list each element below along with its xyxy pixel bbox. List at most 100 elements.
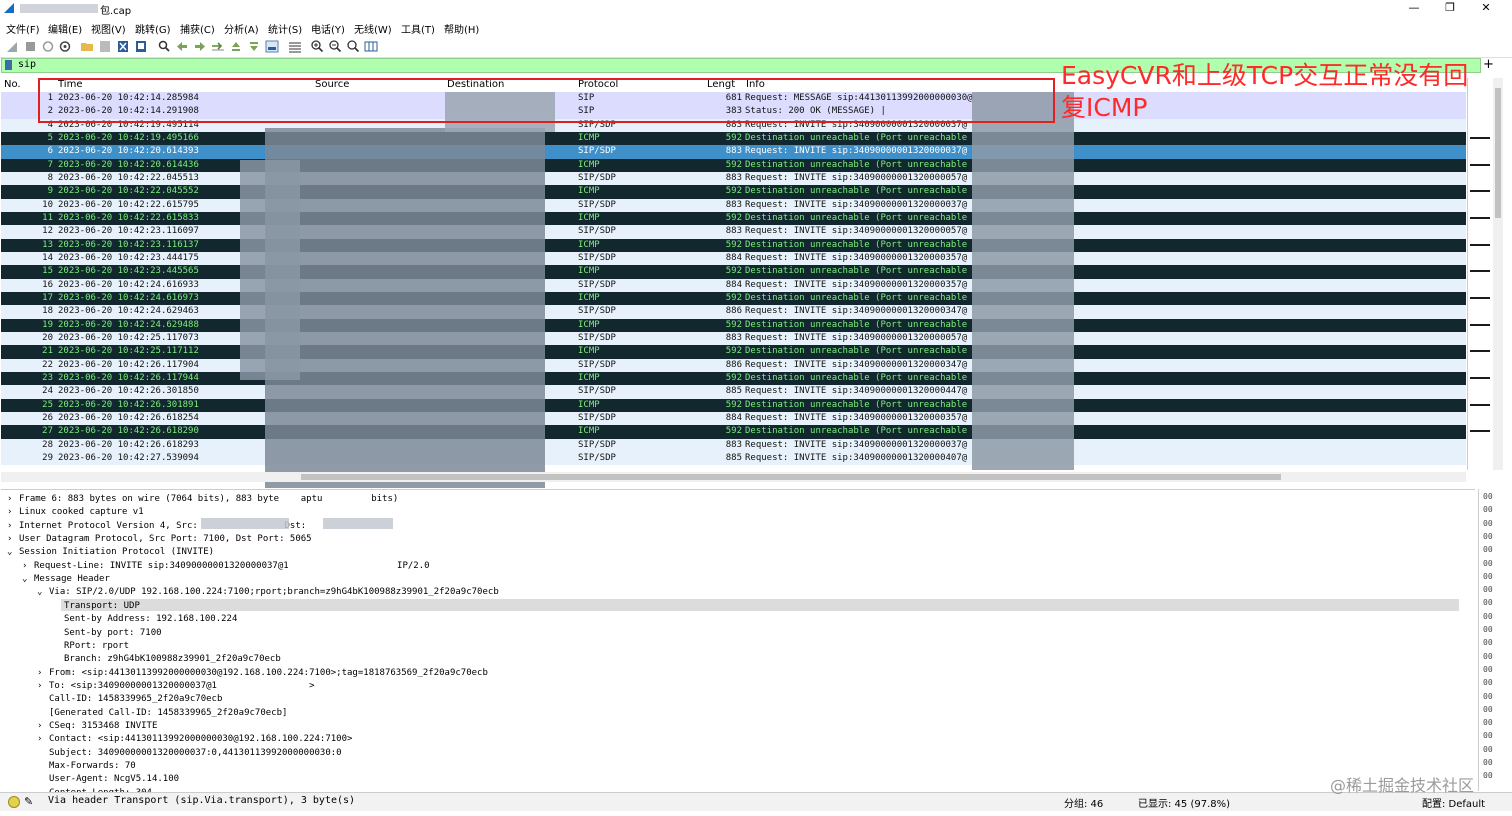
- expand-arrow-icon[interactable]: ›: [7, 533, 17, 546]
- scroll-thumb[interactable]: [1495, 88, 1501, 218]
- expand-arrow-icon[interactable]: ›: [37, 720, 47, 733]
- minimize-button[interactable]: —: [1396, 0, 1432, 17]
- zoom-in-icon[interactable]: [310, 40, 324, 53]
- start-capture-icon[interactable]: [5, 40, 19, 53]
- menu-telephony[interactable]: 电话(Y): [311, 21, 345, 36]
- detail-row[interactable]: ⌄ Session Initiation Protocol (INVITE): [7, 546, 214, 559]
- normal-size-icon[interactable]: [346, 40, 360, 53]
- packet-row[interactable]: 29 2023-06-20 10:42:27.539094 SIP/SDP 885 Re…: [1, 451, 1466, 466]
- reload-file-icon[interactable]: [134, 40, 148, 53]
- menu-file[interactable]: 文件(F): [6, 21, 40, 36]
- colorize-icon[interactable]: [288, 40, 302, 53]
- menu-tools[interactable]: 工具(T): [401, 21, 435, 36]
- zoom-out-icon[interactable]: [328, 40, 342, 53]
- packet-minimap[interactable]: [1467, 78, 1492, 470]
- packet-row[interactable]: 11 2023-06-20 10:42:22.615833 ICMP 592 Desti…: [1, 211, 1466, 226]
- resize-columns-icon[interactable]: [364, 40, 378, 53]
- menu-wireless[interactable]: 无线(W): [354, 21, 392, 36]
- packet-row[interactable]: 25 2023-06-20 10:42:26.301891 ICMP 592 Desti…: [1, 398, 1466, 412]
- detail-row[interactable]: › Contact: <sip:44130113992000000030@192.…: [37, 733, 352, 746]
- menu-edit[interactable]: 编辑(E): [48, 21, 82, 36]
- packet-row[interactable]: 13 2023-06-20 10:42:23.116137 ICMP 592 Desti…: [1, 238, 1466, 252]
- packet-row[interactable]: 15 2023-06-20 10:42:23.445565 ICMP 592 Desti…: [1, 265, 1466, 279]
- menu-statistics[interactable]: 统计(S): [268, 21, 302, 36]
- detail-row[interactable]: Call-ID: 1458339965_2f20a9c70ecb: [49, 693, 222, 706]
- expand-arrow-icon[interactable]: ›: [7, 520, 17, 533]
- detail-row[interactable]: Sent-by Address: 192.168.100.224: [64, 613, 237, 626]
- maximize-button[interactable]: ❐: [1432, 0, 1468, 17]
- packet-row[interactable]: 17 2023-06-20 10:42:24.616973 ICMP 592 Desti…: [1, 291, 1466, 306]
- detail-row[interactable]: › Frame 6: 883 bytes on wire (7064 bits),…: [7, 493, 398, 506]
- packet-row[interactable]: 14 2023-06-20 10:42:23.444175 SIP/SDP 884 Re…: [1, 251, 1466, 266]
- packet-row[interactable]: 7 2023-06-20 10:42:20.614436 ICMP 592 Destin…: [1, 158, 1466, 172]
- go-to-packet-icon[interactable]: [211, 40, 225, 53]
- packet-row[interactable]: 16 2023-06-20 10:42:24.616933 SIP/SDP 884 Re…: [1, 278, 1466, 292]
- detail-row[interactable]: › To: <sip:34090000001320000037@1 >: [37, 680, 315, 693]
- packet-row[interactable]: 21 2023-06-20 10:42:25.117112 ICMP 592 Desti…: [1, 345, 1466, 359]
- expand-arrow-icon[interactable]: ⌄: [7, 546, 17, 559]
- detail-row[interactable]: Max-Forwards: 70: [49, 760, 136, 773]
- menu-help[interactable]: 帮助(H): [444, 21, 479, 36]
- detail-row[interactable]: › Linux cooked capture v1: [7, 506, 144, 519]
- edit-comment-icon[interactable]: ✎: [24, 795, 33, 808]
- packet-row[interactable]: 10 2023-06-20 10:42:22.615795 SIP/SDP 883 Re…: [1, 198, 1466, 212]
- add-filter-button[interactable]: +: [1483, 57, 1494, 72]
- menu-capture[interactable]: 捕获(C): [180, 21, 215, 36]
- packet-list-vscroll[interactable]: [1493, 78, 1503, 470]
- menu-view[interactable]: 视图(V): [91, 21, 126, 36]
- packet-row[interactable]: 6 2023-06-20 10:42:20.614393 SIP/SDP 883 Req…: [1, 145, 1466, 159]
- packet-row[interactable]: 27 2023-06-20 10:42:26.618290 ICMP 592 Desti…: [1, 425, 1466, 439]
- column-header-no[interactable]: No.: [4, 79, 21, 90]
- scroll-thumb[interactable]: [301, 474, 1281, 480]
- expand-arrow-icon[interactable]: ›: [37, 733, 47, 746]
- go-forward-icon[interactable]: [193, 40, 207, 53]
- go-first-icon[interactable]: [229, 40, 243, 53]
- packet-row[interactable]: 20 2023-06-20 10:42:25.117073 SIP/SDP 883 Re…: [1, 331, 1466, 346]
- detail-row[interactable]: › From: <sip:44130113992000000030@192.168…: [37, 667, 488, 680]
- detail-row[interactable]: RPort: rport: [64, 640, 129, 653]
- save-file-icon[interactable]: [98, 40, 112, 53]
- packet-row[interactable]: 5 2023-06-20 10:42:19.495166 ICMP 592 Destin…: [1, 131, 1466, 146]
- expand-arrow-icon[interactable]: ›: [7, 506, 17, 519]
- stop-capture-icon[interactable]: [23, 40, 37, 53]
- packet-row[interactable]: 18 2023-06-20 10:42:24.629463 SIP/SDP 886 Re…: [1, 305, 1466, 319]
- packet-row[interactable]: 9 2023-06-20 10:42:22.045552 ICMP 592 Destin…: [1, 185, 1466, 199]
- packet-row[interactable]: 8 2023-06-20 10:42:22.045513 SIP/SDP 883 Req…: [1, 171, 1466, 186]
- expand-arrow-icon[interactable]: ⌄: [22, 573, 32, 586]
- detail-row[interactable]: › Request-Line: INVITE sip:34090000001320…: [22, 560, 430, 573]
- menu-analyze[interactable]: 分析(A): [224, 21, 259, 36]
- bookmark-icon[interactable]: [5, 60, 12, 70]
- expert-info-icon[interactable]: [8, 796, 20, 808]
- packet-row[interactable]: 23 2023-06-20 10:42:26.117944 ICMP 592 Desti…: [1, 371, 1466, 386]
- capture-options-icon[interactable]: [58, 40, 72, 53]
- menu-go[interactable]: 跳转(G): [135, 21, 171, 36]
- close-file-icon[interactable]: [116, 40, 130, 53]
- detail-row[interactable]: ⌄ Via: SIP/2.0/UDP 192.168.100.224:7100;r…: [37, 586, 499, 599]
- open-file-icon[interactable]: [80, 40, 94, 53]
- restart-capture-icon[interactable]: [41, 40, 55, 53]
- close-button[interactable]: ✕: [1468, 0, 1504, 17]
- find-packet-icon[interactable]: [157, 40, 171, 53]
- packet-row[interactable]: 19 2023-06-20 10:42:24.629488 ICMP 592 Desti…: [1, 318, 1466, 332]
- status-profile[interactable]: 配置: Default: [1422, 795, 1485, 810]
- expand-arrow-icon[interactable]: ⌄: [37, 586, 47, 599]
- detail-row[interactable]: Branch: z9hG4bK100988z39901_2f20a9c70ecb: [64, 653, 281, 666]
- detail-row[interactable]: Subject: 34090000001320000037:0,44130113…: [49, 747, 342, 760]
- expand-arrow-icon[interactable]: ›: [37, 667, 47, 680]
- detail-row[interactable]: ⌄ Message Header: [22, 573, 110, 586]
- packet-row[interactable]: 24 2023-06-20 10:42:26.301850 SIP/SDP 885 Re…: [1, 385, 1466, 399]
- detail-row[interactable]: Sent-by port: 7100: [64, 627, 162, 640]
- expand-arrow-icon[interactable]: ›: [7, 493, 17, 506]
- expand-arrow-icon[interactable]: ›: [22, 560, 32, 573]
- detail-row[interactable]: › User Datagram Protocol, Src Port: 7100,…: [7, 533, 312, 546]
- packet-row[interactable]: 12 2023-06-20 10:42:23.116097 SIP/SDP 883 Re…: [1, 225, 1466, 239]
- detail-row[interactable]: › CSeq: 3153468 INVITE: [37, 720, 157, 733]
- packet-row[interactable]: 28 2023-06-20 10:42:26.618293 SIP/SDP 883 Re…: [1, 438, 1466, 452]
- packet-row[interactable]: 26 2023-06-20 10:42:26.618254 SIP/SDP 884 Re…: [1, 411, 1466, 426]
- packet-list-hscroll[interactable]: [1, 472, 1466, 482]
- auto-scroll-icon[interactable]: [265, 40, 279, 53]
- go-back-icon[interactable]: [175, 40, 189, 53]
- detail-row[interactable]: [Generated Call-ID: 1458339965_2f20a9c70…: [49, 707, 287, 720]
- go-last-icon[interactable]: [247, 40, 261, 53]
- packet-row[interactable]: 22 2023-06-20 10:42:26.117904 SIP/SDP 886 Re…: [1, 358, 1466, 372]
